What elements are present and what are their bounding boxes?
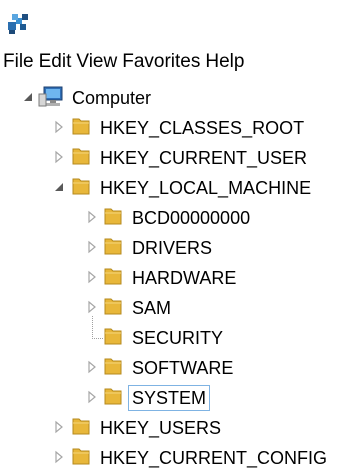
tree-item-hkcr[interactable]: HKEY_CLASSES_ROOT [100,116,304,140]
triangle-right-icon[interactable] [53,120,65,134]
menu-file[interactable]: File [3,51,39,73]
triangle-right-icon[interactable] [86,360,98,374]
triangle-right-icon[interactable] [86,300,98,314]
tree-item-hku[interactable]: HKEY_USERS [100,416,221,440]
tree-item-hardware[interactable]: HARDWARE [132,266,236,290]
folder-icon [72,148,90,165]
folder-icon [104,328,122,345]
regedit-icon[interactable] [6,10,32,36]
triangle-down-icon[interactable] [53,180,65,194]
computer-icon [38,86,63,107]
menu-bar: File Edit View Favorites Help [0,46,348,78]
triangle-down-icon[interactable] [22,90,34,104]
tree-item-system[interactable]: SYSTEM [128,385,211,411]
tree-item-drivers[interactable]: DRIVERS [132,236,212,260]
menu-help[interactable]: Help [205,51,249,73]
folder-icon [104,238,122,255]
tree-item-software[interactable]: SOFTWARE [132,356,233,380]
menu-favorites[interactable]: Favorites [122,51,205,73]
folder-icon [72,448,90,465]
triangle-right-icon[interactable] [86,270,98,284]
triangle-right-icon[interactable] [53,150,65,164]
title-bar [0,0,348,44]
tree-root-computer[interactable]: Computer [72,86,151,110]
folder-icon [72,178,90,195]
tree-item-security[interactable]: SECURITY [132,326,223,350]
menu-edit[interactable]: Edit [39,51,77,73]
tree-item-hklm[interactable]: HKEY_LOCAL_MACHINE [100,176,311,200]
folder-icon [104,358,122,375]
folder-icon [104,388,122,405]
folder-icon [104,298,122,315]
folder-icon [72,418,90,435]
folder-icon [104,208,122,225]
triangle-right-icon[interactable] [53,450,65,464]
folder-icon [104,268,122,285]
tree-item-sam[interactable]: SAM [132,296,171,320]
tree-item-hkcc[interactable]: HKEY_CURRENT_CONFIG [100,446,327,470]
triangle-right-icon[interactable] [86,240,98,254]
tree-item-bcd[interactable]: BCD00000000 [132,206,250,230]
triangle-right-icon[interactable] [86,210,98,224]
triangle-right-icon[interactable] [53,420,65,434]
tree-item-hkcu[interactable]: HKEY_CURRENT_USER [100,146,307,170]
triangle-right-icon[interactable] [86,390,98,404]
menu-view[interactable]: View [76,51,122,73]
folder-icon [72,118,90,135]
